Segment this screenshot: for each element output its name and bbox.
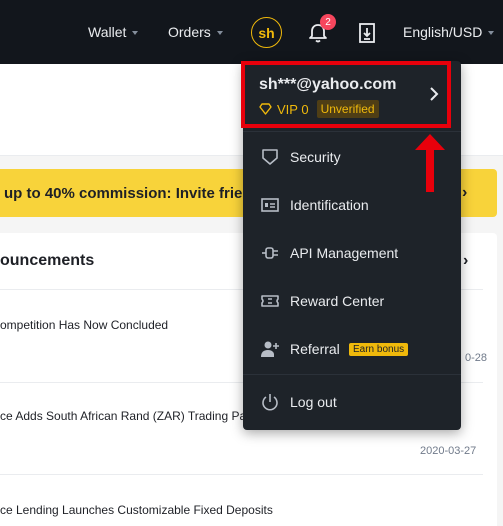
account-email: sh***@yahoo.com (259, 76, 397, 93)
announcement-date: 2020-03-27 (420, 445, 477, 457)
announcement-item[interactable]: ce Lending Launches Customizable Fixed D… (0, 503, 273, 517)
language-currency-label: English/USD (403, 24, 483, 40)
menu-divider (243, 374, 461, 375)
notification-count-badge: 2 (320, 14, 336, 30)
power-icon (262, 394, 278, 411)
arrow-up-icon (415, 134, 445, 192)
shield-icon (262, 149, 278, 165)
api-icon (262, 247, 278, 259)
menu-item-label: Reward Center (290, 293, 385, 309)
banner-chevron-icon: › (462, 184, 468, 201)
add-user-icon (261, 341, 279, 357)
logout-label: Log out (290, 394, 337, 410)
wallet-menu[interactable]: Wallet (88, 0, 139, 64)
banner-text: up to 40% commission: Invite frie (4, 184, 243, 202)
wallet-label: Wallet (88, 24, 127, 40)
download-app-icon[interactable] (357, 22, 377, 44)
menu-item-reward-center[interactable]: Reward Center (243, 277, 461, 325)
orders-menu[interactable]: Orders (168, 0, 223, 64)
diamond-icon (259, 103, 272, 115)
chevron-right-icon (430, 87, 439, 101)
language-currency-selector[interactable]: English/USD (403, 0, 495, 64)
announcement-item[interactable]: ce Adds South African Rand (ZAR) Trading… (0, 409, 249, 423)
top-nav-bar: Wallet Orders sh 2 English/USD (0, 0, 503, 64)
announcements-chevron-icon[interactable]: › (463, 252, 468, 270)
announcement-item[interactable]: ompetition Has Now Concluded (0, 318, 168, 332)
menu-item-label: Security (290, 149, 341, 165)
verification-status-badge: Unverified (316, 100, 379, 118)
announcements-title: ouncements (0, 252, 95, 269)
vip-status-row: VIP 0 Unverified (259, 100, 379, 118)
wallet-caret-icon (132, 30, 139, 35)
account-summary[interactable]: sh***@yahoo.com VIP 0 Unverified (243, 61, 461, 131)
menu-item-label: Referral (290, 341, 340, 357)
avatar[interactable]: sh (251, 17, 282, 48)
avatar-initials: sh (258, 24, 275, 41)
vip-level: VIP 0 (277, 101, 309, 117)
earn-bonus-badge: Earn bonus (349, 342, 409, 356)
logout-button[interactable]: Log out (243, 378, 461, 426)
ticket-icon (261, 295, 279, 307)
divider (0, 474, 483, 475)
orders-caret-icon (216, 30, 223, 35)
menu-item-api-management[interactable]: API Management (243, 229, 461, 277)
account-dropdown-menu: sh***@yahoo.com VIP 0 Unverified Securit… (243, 61, 461, 430)
announcement-date: 0-28 (465, 352, 488, 364)
menu-item-referral[interactable]: Referral Earn bonus (243, 325, 461, 373)
id-card-icon (261, 198, 279, 212)
menu-item-label: Identification (290, 197, 369, 213)
language-caret-icon (488, 30, 495, 35)
menu-item-label: API Management (290, 245, 399, 261)
orders-label: Orders (168, 24, 211, 40)
